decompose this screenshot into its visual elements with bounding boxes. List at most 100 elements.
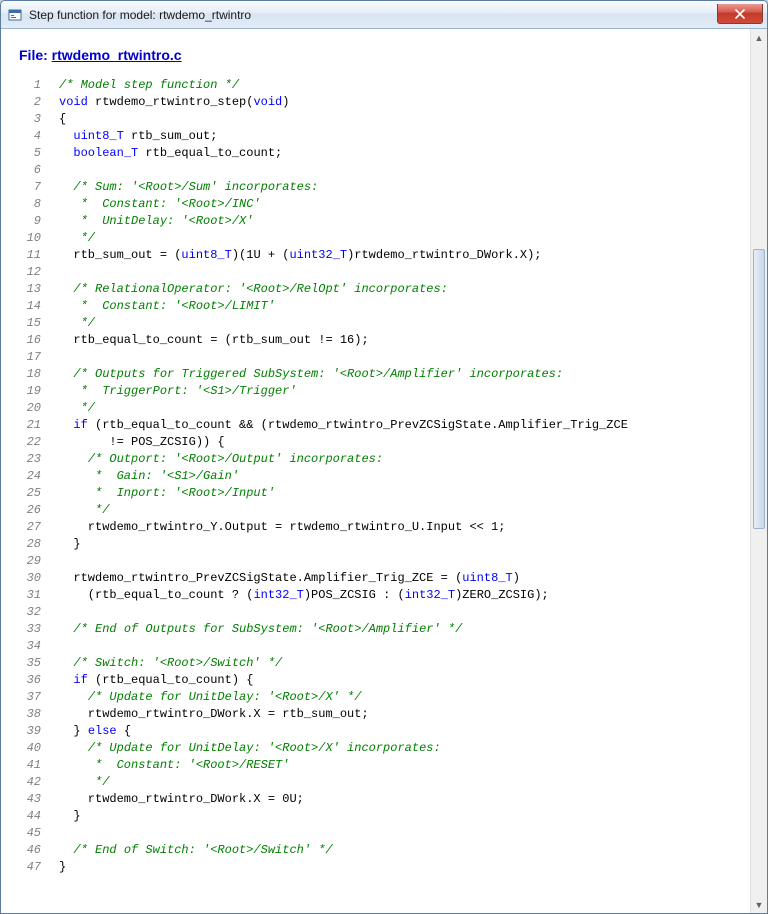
code-content[interactable]: * Constant: '<Root>/RESET' [59, 757, 628, 774]
code-content[interactable]: rtwdemo_rtwintro_DWork.X = rtb_sum_out; [59, 706, 628, 723]
close-button[interactable] [717, 4, 763, 24]
code-line: 32 [19, 604, 628, 621]
code-content[interactable]: rtwdemo_rtwintro_Y.Output = rtwdemo_rtwi… [59, 519, 628, 536]
code-content[interactable]: */ [59, 502, 628, 519]
code-content[interactable]: /* End of Switch: '<Root>/Switch' */ [59, 842, 628, 859]
code-line: 44 } [19, 808, 628, 825]
code-content[interactable]: uint8_T rtb_sum_out; [59, 128, 628, 145]
code-content[interactable]: */ [59, 774, 628, 791]
app-icon [7, 7, 23, 23]
code-line: 46 /* End of Switch: '<Root>/Switch' */ [19, 842, 628, 859]
code-content[interactable] [59, 162, 628, 179]
code-content[interactable]: /* Update for UnitDelay: '<Root>/X' */ [59, 689, 628, 706]
line-number: 22 [19, 434, 59, 451]
code-content[interactable]: */ [59, 230, 628, 247]
line-number: 9 [19, 213, 59, 230]
line-number: 41 [19, 757, 59, 774]
code-content[interactable] [59, 825, 628, 842]
window-title: Step function for model: rtwdemo_rtwintr… [29, 8, 717, 22]
code-content[interactable]: rtb_sum_out = (uint8_T)(1U + (uint32_T)r… [59, 247, 628, 264]
code-content[interactable]: * UnitDelay: '<Root>/X' [59, 213, 628, 230]
code-content[interactable]: */ [59, 400, 628, 417]
code-line: 34 [19, 638, 628, 655]
code-content[interactable]: (rtb_equal_to_count ? (int32_T)POS_ZCSIG… [59, 587, 628, 604]
code-content[interactable]: * Inport: '<Root>/Input' [59, 485, 628, 502]
code-line: 7 /* Sum: '<Root>/Sum' incorporates: [19, 179, 628, 196]
line-number: 28 [19, 536, 59, 553]
code-content[interactable]: } [59, 808, 628, 825]
code-content[interactable]: } [59, 536, 628, 553]
titlebar[interactable]: Step function for model: rtwdemo_rtwintr… [1, 1, 767, 29]
code-content[interactable] [59, 349, 628, 366]
line-number: 32 [19, 604, 59, 621]
line-number: 25 [19, 485, 59, 502]
content-area: File: rtwdemo_rtwintro.c 1/* Model step … [1, 29, 767, 913]
code-content[interactable]: if (rtb_equal_to_count && (rtwdemo_rtwin… [59, 417, 628, 434]
code-content[interactable]: * Constant: '<Root>/LIMIT' [59, 298, 628, 315]
code-line: 39 } else { [19, 723, 628, 740]
code-content[interactable]: * Constant: '<Root>/INC' [59, 196, 628, 213]
code-content[interactable] [59, 264, 628, 281]
code-line: 47} [19, 859, 628, 876]
line-number: 46 [19, 842, 59, 859]
code-content[interactable]: rtb_equal_to_count = (rtb_sum_out != 16)… [59, 332, 628, 349]
code-body: 1/* Model step function */2void rtwdemo_… [19, 77, 628, 876]
code-content[interactable]: /* RelationalOperator: '<Root>/RelOpt' i… [59, 281, 628, 298]
code-line: 40 /* Update for UnitDelay: '<Root>/X' i… [19, 740, 628, 757]
code-content[interactable]: if (rtb_equal_to_count) { [59, 672, 628, 689]
line-number: 17 [19, 349, 59, 366]
vertical-scrollbar[interactable]: ▲ ▼ [750, 29, 767, 913]
line-number: 33 [19, 621, 59, 638]
file-header: File: rtwdemo_rtwintro.c [19, 47, 740, 63]
line-number: 13 [19, 281, 59, 298]
code-content[interactable]: /* Outputs for Triggered SubSystem: '<Ro… [59, 366, 628, 383]
code-line: 13 /* RelationalOperator: '<Root>/RelOpt… [19, 281, 628, 298]
code-line: 36 if (rtb_equal_to_count) { [19, 672, 628, 689]
code-line: 15 */ [19, 315, 628, 332]
code-content[interactable]: /* Update for UnitDelay: '<Root>/X' inco… [59, 740, 628, 757]
code-content[interactable]: /* Sum: '<Root>/Sum' incorporates: [59, 179, 628, 196]
code-line: 45 [19, 825, 628, 842]
code-content[interactable]: * TriggerPort: '<S1>/Trigger' [59, 383, 628, 400]
code-content[interactable] [59, 553, 628, 570]
code-content[interactable]: != POS_ZCSIG)) { [59, 434, 628, 451]
line-number: 8 [19, 196, 59, 213]
code-line: 5 boolean_T rtb_equal_to_count; [19, 145, 628, 162]
code-content[interactable]: rtwdemo_rtwintro_PrevZCSigState.Amplifie… [59, 570, 628, 587]
code-content[interactable]: { [59, 111, 628, 128]
code-line: 25 * Inport: '<Root>/Input' [19, 485, 628, 502]
code-line: 22 != POS_ZCSIG)) { [19, 434, 628, 451]
code-line: 8 * Constant: '<Root>/INC' [19, 196, 628, 213]
code-content[interactable]: /* Switch: '<Root>/Switch' */ [59, 655, 628, 672]
code-content[interactable]: /* Outport: '<Root>/Output' incorporates… [59, 451, 628, 468]
code-content[interactable]: } [59, 859, 628, 876]
code-line: 41 * Constant: '<Root>/RESET' [19, 757, 628, 774]
code-content[interactable]: * Gain: '<S1>/Gain' [59, 468, 628, 485]
line-number: 45 [19, 825, 59, 842]
code-content[interactable]: } else { [59, 723, 628, 740]
code-content[interactable]: rtwdemo_rtwintro_DWork.X = 0U; [59, 791, 628, 808]
code-content[interactable]: /* End of Outputs for SubSystem: '<Root>… [59, 621, 628, 638]
scroll-up-arrow[interactable]: ▲ [751, 29, 767, 46]
code-content[interactable]: boolean_T rtb_equal_to_count; [59, 145, 628, 162]
line-number: 36 [19, 672, 59, 689]
line-number: 21 [19, 417, 59, 434]
code-line: 24 * Gain: '<S1>/Gain' [19, 468, 628, 485]
line-number: 31 [19, 587, 59, 604]
code-content[interactable]: */ [59, 315, 628, 332]
line-number: 43 [19, 791, 59, 808]
code-line: 42 */ [19, 774, 628, 791]
code-line: 38 rtwdemo_rtwintro_DWork.X = rtb_sum_ou… [19, 706, 628, 723]
file-link[interactable]: rtwdemo_rtwintro.c [52, 47, 182, 63]
code-content[interactable] [59, 638, 628, 655]
line-number: 15 [19, 315, 59, 332]
code-content[interactable]: /* Model step function */ [59, 77, 628, 94]
line-number: 29 [19, 553, 59, 570]
code-line: 11 rtb_sum_out = (uint8_T)(1U + (uint32_… [19, 247, 628, 264]
code-content[interactable]: void rtwdemo_rtwintro_step(void) [59, 94, 628, 111]
scroll-thumb[interactable] [753, 249, 765, 529]
code-line: 31 (rtb_equal_to_count ? (int32_T)POS_ZC… [19, 587, 628, 604]
code-line: 6 [19, 162, 628, 179]
scroll-down-arrow[interactable]: ▼ [751, 896, 767, 913]
code-content[interactable] [59, 604, 628, 621]
